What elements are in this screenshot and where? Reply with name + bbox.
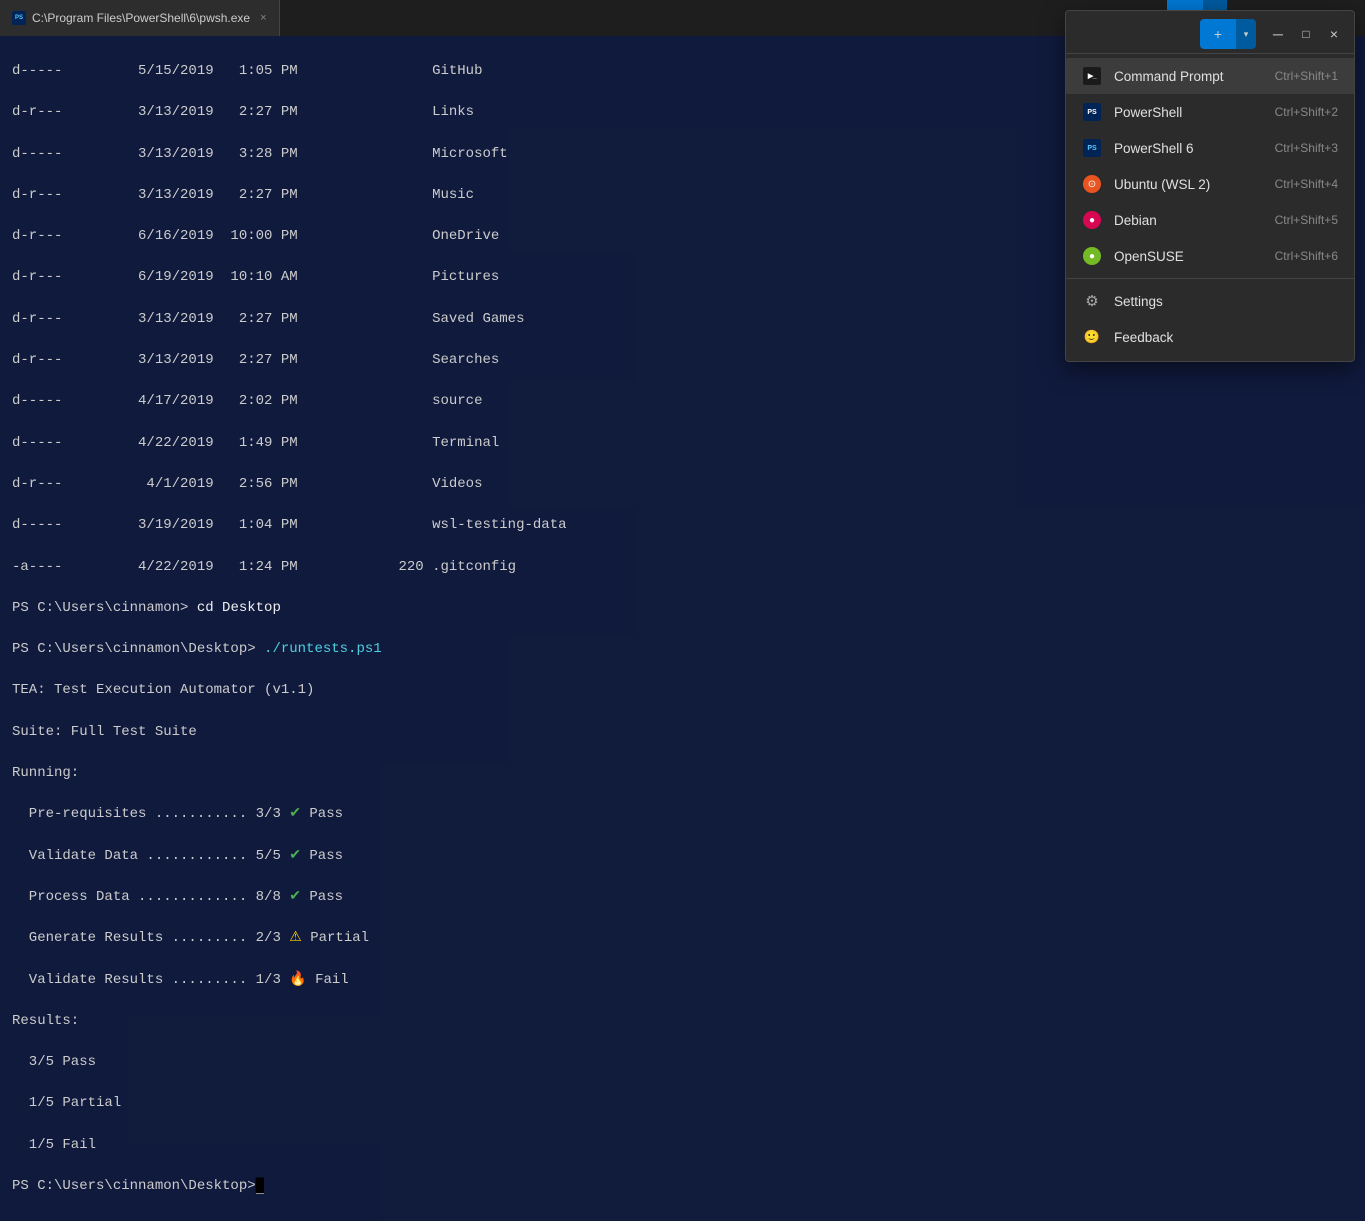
prompt-run: PS C:\Users\cinnamon\Desktop> ./runtests… <box>12 639 1353 659</box>
menu-item-debian[interactable]: ● Debian Ctrl+Shift+5 <box>1066 202 1354 238</box>
debian-label: Debian <box>1114 213 1263 228</box>
opensuse-label: OpenSUSE <box>1114 249 1263 264</box>
menu-item-settings[interactable]: ⚙ Settings <box>1066 283 1354 319</box>
cmd-label: Command Prompt <box>1114 69 1263 84</box>
test-process: Process Data ............. 8/8 ✔ Pass <box>12 887 1353 907</box>
menu-item-ubuntu[interactable]: ⊙ Ubuntu (WSL 2) Ctrl+Shift+4 <box>1066 166 1354 202</box>
dir-line-11: d-r--- 4/1/2019 2:56 PM Videos <box>12 474 1353 494</box>
menu-item-feedback[interactable]: 🙂 Feedback <box>1066 319 1354 355</box>
tab-ps-icon: PS <box>12 11 26 25</box>
test-validate-results: Validate Results ......... 1/3 🔥 Fail <box>12 970 1353 990</box>
ps6-label: PowerShell 6 <box>1114 141 1263 156</box>
feedback-label: Feedback <box>1114 330 1338 345</box>
test-validate: Validate Data ............ 5/5 ✔ Pass <box>12 846 1353 866</box>
tab-title: C:\Program Files\PowerShell\6\pwsh.exe <box>32 11 250 25</box>
opensuse-icon: ● <box>1082 246 1102 266</box>
ubuntu-shortcut: Ctrl+Shift+4 <box>1275 177 1338 191</box>
active-tab[interactable]: PS C:\Program Files\PowerShell\6\pwsh.ex… <box>0 0 280 36</box>
tea-line: TEA: Test Execution Automator (v1.1) <box>12 680 1353 700</box>
dropdown-chevron-button[interactable]: ▾ <box>1236 19 1256 49</box>
dropdown-menu: + ▾ ─ □ × ▶_ Command Prompt Ctrl+Shift+1… <box>1065 10 1355 362</box>
final-prompt[interactable]: PS C:\Users\cinnamon\Desktop>█ <box>12 1176 1353 1196</box>
debian-shortcut: Ctrl+Shift+5 <box>1275 213 1338 227</box>
ps-shortcut: Ctrl+Shift+2 <box>1275 105 1338 119</box>
opensuse-shortcut: Ctrl+Shift+6 <box>1275 249 1338 263</box>
dropdown-new-tab-button[interactable]: + <box>1200 19 1236 49</box>
menu-item-opensuse[interactable]: ● OpenSUSE Ctrl+Shift+6 <box>1066 238 1354 274</box>
ps-icon: PS <box>1082 102 1102 122</box>
menu-item-ps6[interactable]: PS PowerShell 6 Ctrl+Shift+3 <box>1066 130 1354 166</box>
tab-close-button[interactable]: × <box>260 12 266 24</box>
results-header: Results: <box>12 1011 1353 1031</box>
menu-item-ps[interactable]: PS PowerShell Ctrl+Shift+2 <box>1066 94 1354 130</box>
settings-label: Settings <box>1114 294 1338 309</box>
dir-line-10: d----- 4/22/2019 1:49 PM Terminal <box>12 433 1353 453</box>
prompt-cd: PS C:\Users\cinnamon> cd Desktop <box>12 598 1353 618</box>
result-partial: 1/5 Partial <box>12 1093 1353 1113</box>
dir-line-9: d----- 4/17/2019 2:02 PM source <box>12 391 1353 411</box>
ubuntu-label: Ubuntu (WSL 2) <box>1114 177 1263 192</box>
test-prereq: Pre-requisites ........... 3/3 ✔ Pass <box>12 804 1353 824</box>
ubuntu-icon: ⊙ <box>1082 174 1102 194</box>
ps-label: PowerShell <box>1114 105 1263 120</box>
menu-divider <box>1066 278 1354 279</box>
dir-line-13: -a---- 4/22/2019 1:24 PM 220 .gitconfig <box>12 557 1353 577</box>
dropdown-maximize-button[interactable]: □ <box>1292 20 1320 48</box>
result-pass: 3/5 Pass <box>12 1052 1353 1072</box>
dropdown-close-button[interactable]: × <box>1320 20 1348 48</box>
feedback-icon: 🙂 <box>1082 327 1102 347</box>
result-fail: 1/5 Fail <box>12 1135 1353 1155</box>
settings-icon: ⚙ <box>1082 291 1102 311</box>
dir-line-12: d----- 3/19/2019 1:04 PM wsl-testing-dat… <box>12 515 1353 535</box>
ps6-icon: PS <box>1082 138 1102 158</box>
suite-line: Suite: Full Test Suite <box>12 722 1353 742</box>
cmd-icon: ▶_ <box>1082 66 1102 86</box>
running-line: Running: <box>12 763 1353 783</box>
dropdown-minimize-button[interactable]: ─ <box>1264 20 1292 48</box>
menu-item-cmd[interactable]: ▶_ Command Prompt Ctrl+Shift+1 <box>1066 58 1354 94</box>
debian-icon: ● <box>1082 210 1102 230</box>
ps6-shortcut: Ctrl+Shift+3 <box>1275 141 1338 155</box>
cmd-shortcut: Ctrl+Shift+1 <box>1275 69 1338 83</box>
test-generate: Generate Results ......... 2/3 ⚠ Partial <box>12 928 1353 948</box>
